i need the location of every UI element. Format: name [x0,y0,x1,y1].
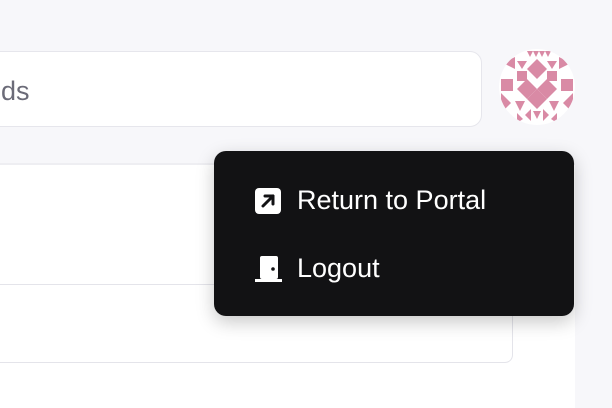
identicon-avatar-icon [501,51,573,123]
menu-item-return-to-portal[interactable]: Return to Portal [214,171,574,229]
door-icon [254,255,282,283]
menu-item-label: Return to Portal [297,185,487,215]
user-avatar-button[interactable] [499,49,575,125]
menu-item-logout[interactable]: Logout [214,239,574,297]
external-link-icon [254,187,282,215]
menu-item-label: Logout [297,253,380,283]
search-input-text: ds [1,76,30,106]
user-dropdown-menu: Return to Portal Logout [214,151,574,316]
search-input[interactable]: ds [0,51,482,127]
